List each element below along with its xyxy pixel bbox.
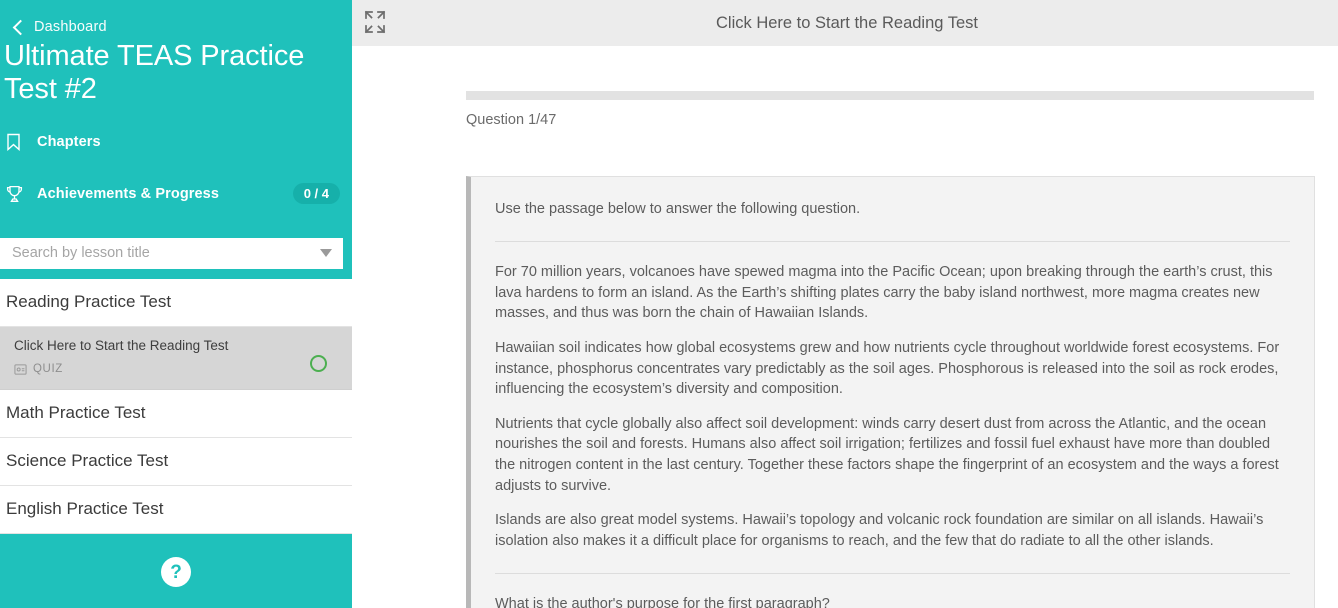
bookmark-icon xyxy=(6,133,32,151)
back-to-dashboard-label: Dashboard xyxy=(34,19,107,35)
divider-top xyxy=(495,241,1290,243)
lesson-body: Question 1/47 Use the passage below to a… xyxy=(352,46,1338,608)
lesson-search-input[interactable] xyxy=(10,244,333,263)
course-sidebar: Dashboard Ultimate TEAS Practice Test #2… xyxy=(0,0,352,608)
question-prompt: What is the author's purpose for the fir… xyxy=(495,596,830,608)
sidebar-item-chapters-label: Chapters xyxy=(37,133,101,150)
passage-paragraph: For 70 million years, volcanoes have spe… xyxy=(495,264,1273,322)
trophy-icon xyxy=(6,185,32,203)
app-root: Dashboard Ultimate TEAS Practice Test #2… xyxy=(0,0,1338,608)
quiz-icon xyxy=(14,363,27,376)
chapter-title: Math Practice Test xyxy=(6,403,146,423)
chevron-left-icon xyxy=(10,19,26,35)
passage-paragraph: Hawaiian soil indicates how global ecosy… xyxy=(495,340,1280,398)
question-card: Use the passage below to answer the foll… xyxy=(466,176,1315,608)
question-counter: Question 1/47 xyxy=(466,112,557,128)
sidebar-footer: ? xyxy=(0,548,352,608)
question-instruction: Use the passage below to answer the foll… xyxy=(495,201,861,217)
lesson-search-wrap xyxy=(0,228,352,269)
quiz-progress-bar xyxy=(466,91,1314,100)
passage-paragraph: Islands are also great model systems. Ha… xyxy=(495,512,1264,549)
reading-passage: For 70 million years, volcanoes have spe… xyxy=(495,262,1290,551)
lesson-row-content: Click Here to Start the Reading Test QUI… xyxy=(14,338,310,389)
status-circle-incomplete-icon xyxy=(310,354,327,372)
lesson-list: Reading Practice Test Click Here to Star… xyxy=(0,278,352,534)
chapter-title: English Practice Test xyxy=(6,499,164,519)
lesson-meta: QUIZ xyxy=(14,363,310,376)
help-button[interactable]: ? xyxy=(161,557,191,587)
sidebar-item-achievements[interactable]: Achievements & Progress 0 / 4 xyxy=(0,177,352,211)
chapter-row-science[interactable]: Science Practice Test xyxy=(0,437,352,486)
sidebar-item-achievements-label: Achievements & Progress xyxy=(37,185,220,202)
course-title: Ultimate TEAS Practice Test #2 xyxy=(4,40,305,106)
achievements-progress-badge: 0 / 4 xyxy=(292,183,340,205)
sidebar-header: Dashboard Ultimate TEAS Practice Test #2… xyxy=(0,0,352,269)
sidebar-item-chapters[interactable]: Chapters xyxy=(0,125,352,159)
chapter-title: Reading Practice Test xyxy=(6,292,172,312)
chapter-row-english[interactable]: English Practice Test xyxy=(0,485,352,534)
fullscreen-expand-icon[interactable] xyxy=(360,7,390,37)
lesson-topbar-title: Click Here to Start the Reading Test xyxy=(716,13,978,32)
question-mark-icon: ? xyxy=(170,561,182,583)
chapter-row-math[interactable]: Math Practice Test xyxy=(0,389,352,438)
back-to-dashboard-link[interactable]: Dashboard xyxy=(0,0,352,35)
lesson-type-label: QUIZ xyxy=(33,363,63,376)
chapter-title: Science Practice Test xyxy=(6,451,169,471)
lesson-row-reading-quiz[interactable]: Click Here to Start the Reading Test QUI… xyxy=(0,326,352,390)
lesson-topbar: Click Here to Start the Reading Test xyxy=(352,0,1338,46)
chapter-row-reading[interactable]: Reading Practice Test xyxy=(0,278,352,327)
chevron-down-icon[interactable] xyxy=(320,248,332,257)
passage-paragraph: Nutrients that cycle globally also affec… xyxy=(495,415,1279,494)
main-content: Click Here to Start the Reading Test Que… xyxy=(352,0,1338,608)
lesson-search-box[interactable] xyxy=(0,237,343,269)
lesson-title: Click Here to Start the Reading Test xyxy=(14,337,229,353)
divider-bottom xyxy=(495,573,1290,575)
quiz-progress-fill xyxy=(466,91,1314,100)
